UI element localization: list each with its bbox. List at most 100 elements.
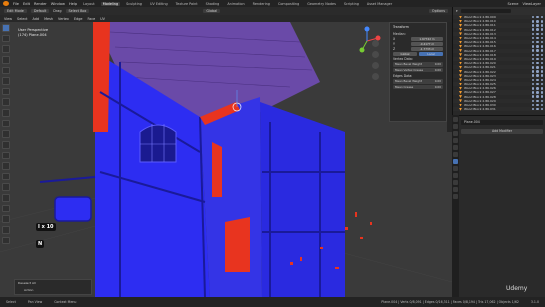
tab-shading[interactable]: Shading [204,2,222,6]
mode-selector[interactable]: Edit Mode [4,9,27,13]
filter-icon[interactable] [531,45,534,48]
camera-icon[interactable] [540,99,543,103]
filter-icon[interactable] [531,95,534,98]
tab-animation[interactable]: Animation [225,2,246,6]
menu-add[interactable]: Add [33,17,40,21]
global-toggle[interactable]: Global [393,51,417,56]
camera-icon[interactable] [540,107,543,111]
last-operator-action[interactable]: Action [18,288,88,292]
filter-icon[interactable] [531,32,534,36]
menu-file[interactable]: File [13,2,19,6]
output-tab-icon[interactable] [453,131,458,136]
camera-icon[interactable] [540,45,543,48]
select-tool-icon[interactable] [2,24,10,32]
cursor-tool-icon[interactable] [2,34,10,43]
menu-select[interactable]: Select [17,17,27,21]
object-tab-icon[interactable] [453,152,458,157]
filter-icon[interactable] [531,24,534,27]
local-toggle[interactable]: Local [419,51,443,56]
visibility-icons[interactable] [531,40,545,44]
visibility-icons[interactable] [531,78,545,82]
add-modifier-button[interactable]: Add Modifier [461,129,543,134]
eye-icon[interactable] [536,91,539,94]
grid-icon[interactable] [372,73,379,80]
tool-tab-icon[interactable] [453,117,458,122]
annotate-tool-icon[interactable] [2,87,10,96]
scene-selector[interactable]: Scene [507,2,518,6]
last-operator-panel[interactable]: Deselect All Action [14,279,92,295]
scene-tab-icon[interactable] [453,138,458,143]
filter-icon[interactable] [531,78,534,82]
outliner-search-input[interactable] [460,9,511,13]
mean-vertex-crease-field[interactable]: Mean Vertex Crease 0.00 [393,67,443,72]
world-tab-icon[interactable] [453,145,458,150]
filter-icon[interactable] [531,57,534,61]
zoom-icon[interactable] [372,40,379,47]
rip-tool-icon[interactable] [2,236,10,245]
material-tab-icon[interactable] [453,194,458,199]
camera-icon[interactable] [540,32,543,36]
tab-rendering[interactable]: Rendering [251,2,272,6]
eye-icon[interactable] [536,15,539,19]
filter-icon[interactable] [531,91,534,94]
visibility-icons[interactable] [531,20,545,23]
mean-bevel-weight-field[interactable]: Mean Bevel Weight 0.00 [393,62,443,67]
loop-cut-tool-icon[interactable] [2,151,10,160]
eye-icon[interactable] [536,20,539,23]
move-tool-icon[interactable] [2,45,10,53]
camera-icon[interactable] [540,66,543,69]
tab-texture-paint[interactable]: Texture Paint [174,2,200,6]
visibility-icons[interactable] [531,57,545,61]
eye-icon[interactable] [536,45,539,48]
filter-icon[interactable] [531,15,534,19]
edge-bevel-weight-field[interactable]: Mean Bevel Weight 0.00 [393,79,443,84]
eye-icon[interactable] [536,78,539,82]
visibility-icons[interactable] [531,103,545,107]
camera-icon[interactable] [540,40,543,44]
eye-icon[interactable] [536,49,539,52]
filter-icon[interactable] [531,70,534,73]
3d-viewport[interactable] [0,22,452,297]
visibility-icons[interactable] [531,24,545,27]
filter-icon[interactable] [531,28,534,31]
camera-icon[interactable] [540,103,543,107]
median-x-field[interactable]: 1.67742 m [411,36,443,41]
outliner-item[interactable]: Wood Block 2.86.031 [453,107,545,112]
transform-tool-icon[interactable] [2,77,10,85]
transform-orientation-selector[interactable]: Global [203,9,221,13]
rotate-tool-icon[interactable] [2,55,10,64]
eye-icon[interactable] [536,66,539,69]
shear-tool-icon[interactable] [2,225,10,234]
eye-icon[interactable] [536,74,539,77]
eye-icon[interactable] [536,70,539,73]
filter-icon[interactable] [531,82,534,86]
visibility-icons[interactable] [531,87,545,90]
tab-uv-editing[interactable]: UV Editing [148,2,170,6]
particles-tab-icon[interactable] [453,166,458,171]
object-name-field[interactable]: Plane.004 [461,120,543,125]
eye-icon[interactable] [536,107,539,111]
edge-slide-tool-icon[interactable] [2,204,10,213]
tab-sculpting[interactable]: Sculpting [124,2,144,6]
tab-modeling[interactable]: Modeling [100,1,121,6]
options-button[interactable]: Options [428,9,448,13]
eye-icon[interactable] [536,32,539,36]
constraints-tab-icon[interactable] [453,180,458,185]
visibility-icons[interactable] [531,74,545,77]
visibility-icons[interactable] [531,53,545,57]
menu-uv[interactable]: UV [100,17,105,21]
filter-icon[interactable] [531,99,534,103]
eye-icon[interactable] [536,99,539,103]
poly-build-tool-icon[interactable] [2,172,10,181]
camera-icon[interactable] [540,49,543,52]
filter-icon[interactable] [531,40,534,44]
camera-icon[interactable] [540,53,543,57]
camera-icon[interactable] [540,82,543,86]
visibility-icons[interactable] [531,61,545,65]
visibility-icons[interactable] [531,32,545,36]
camera-icon[interactable] [540,61,543,65]
bevel-tool-icon[interactable] [2,140,10,149]
camera-icon[interactable] [372,62,379,69]
eye-icon[interactable] [536,95,539,98]
eye-icon[interactable] [536,61,539,65]
